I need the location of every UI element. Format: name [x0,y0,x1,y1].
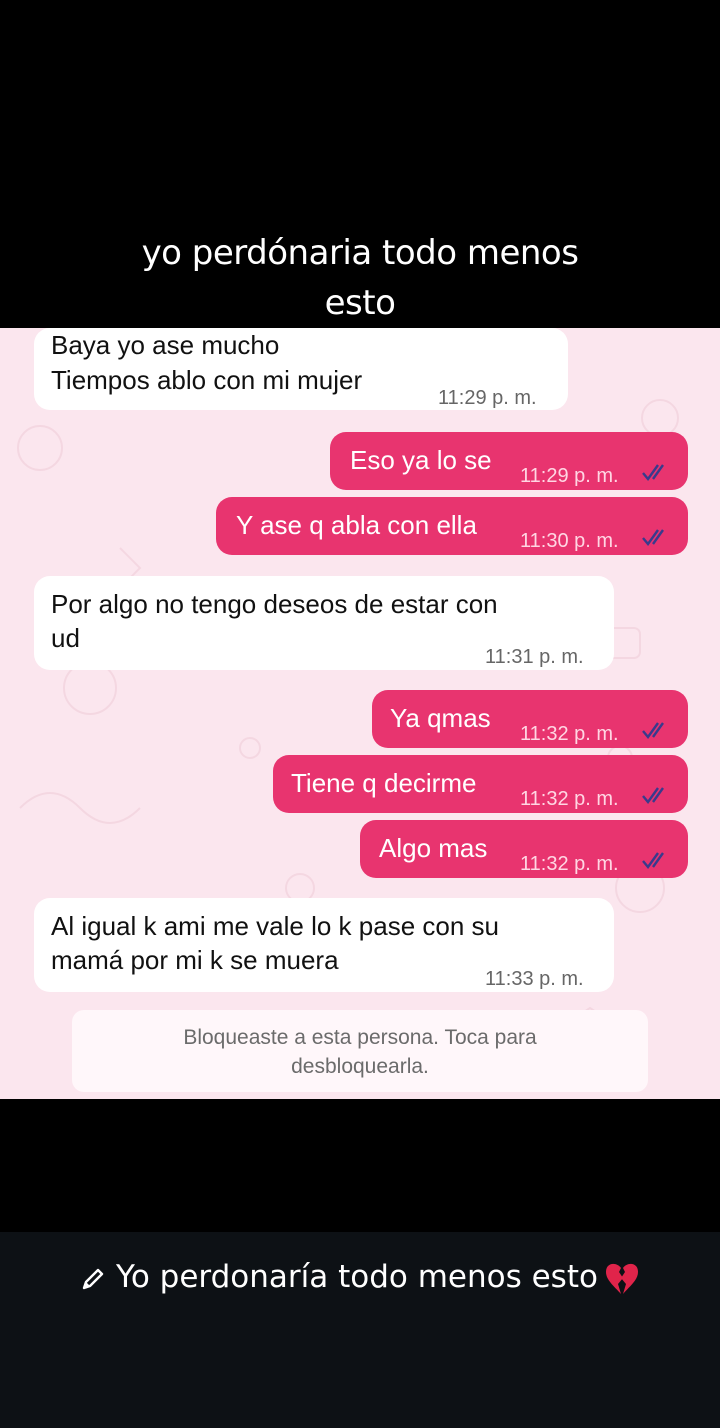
message-time: 11:31 p. m. [485,646,584,668]
post-caption[interactable]: Yo perdonaría todo menos esto [0,1257,720,1297]
message-text: Eso ya lo se [350,445,492,475]
message-text: Baya yo ase mucho [51,330,280,360]
message-incoming[interactable]: Baya yo ase mucho Tiempos ablo con mi mu… [34,328,568,410]
message-outgoing[interactable]: Y ase q abla con ella 11:30 p. m. [216,497,688,555]
message-time: 11:32 p. m. [520,853,619,875]
message-time: 11:29 p. m. [438,387,537,409]
message-text: Y ase q abla con ella [236,510,477,540]
message-time: 11:32 p. m. [520,723,619,745]
message-text: Tiene q decirme [291,768,477,798]
message-outgoing[interactable]: Tiene q decirme 11:32 p. m. [273,755,688,813]
overlay-title-line2: esto [324,283,396,323]
message-time: 11:30 p. m. [520,530,619,552]
caption-text: Yo perdonaría todo menos esto [116,1259,598,1295]
blocked-notice-line1: Bloqueaste a esta persona. Toca para [183,1026,537,1049]
message-outgoing[interactable]: Eso ya lo se 11:29 p. m. [330,432,688,490]
overlay-title: yo perdónaria todo menos esto [0,228,720,328]
message-time: 11:33 p. m. [485,968,584,990]
message-text: Al igual k ami me vale lo k pase con su [51,911,499,941]
message-text: Por algo no tengo deseos de estar con [51,589,498,619]
message-text: Algo mas [379,833,488,863]
message-time: 11:32 p. m. [520,788,619,810]
message-text: Tiempos ablo con mi mujer [51,365,363,395]
broken-heart-icon [605,1263,638,1294]
read-ticks-icon [642,529,664,546]
read-ticks-icon [642,787,664,804]
read-ticks-icon [642,722,664,739]
blocked-notice-line2: desbloquearla. [291,1055,429,1078]
message-outgoing[interactable]: Ya qmas 11:32 p. m. [372,690,688,748]
message-text: mamá por mi k se muera [51,945,339,975]
message-incoming[interactable]: Por algo no tengo deseos de estar con ud… [34,576,614,670]
message-text: Ya qmas [390,703,491,733]
overlay-title-line1: yo perdónaria todo menos [141,233,579,273]
pencil-icon [82,1268,104,1289]
read-ticks-icon [642,464,664,481]
message-incoming[interactable]: Al igual k ami me vale lo k pase con su … [34,898,614,992]
read-ticks-icon [642,852,664,869]
message-text: ud [51,623,80,653]
message-time: 11:29 p. m. [520,465,619,487]
message-outgoing[interactable]: Algo mas 11:32 p. m. [360,820,688,878]
blocked-contact-notice[interactable]: Bloqueaste a esta persona. Toca para des… [72,1010,648,1092]
